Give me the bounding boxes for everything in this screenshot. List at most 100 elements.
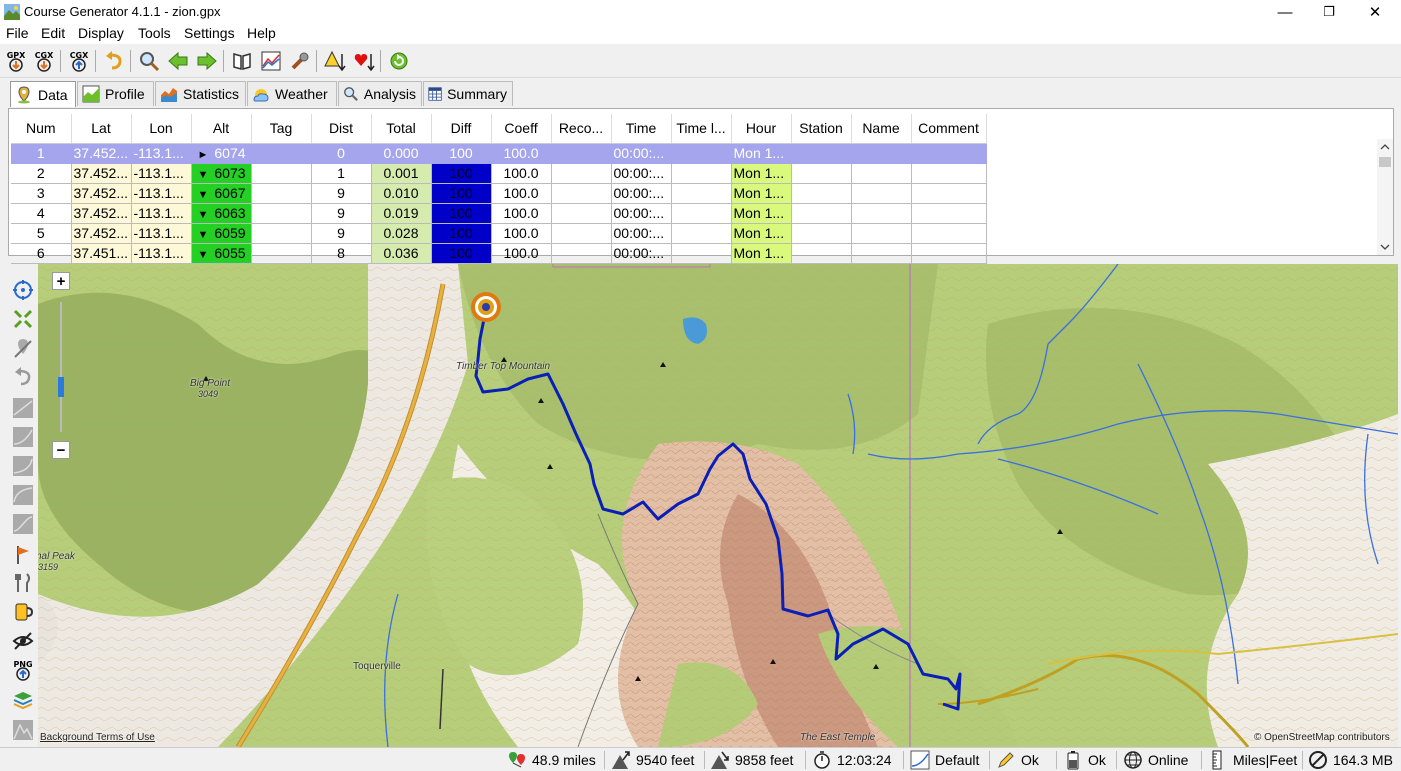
tab-data[interactable]: Data: [10, 81, 76, 107]
cell-dist[interactable]: 1: [311, 163, 372, 184]
cell-reco[interactable]: [551, 143, 612, 164]
cell-time-l[interactable]: [671, 183, 732, 204]
column-header[interactable]: Name: [851, 114, 912, 144]
flag-button[interactable]: [10, 542, 36, 568]
heart-next-button[interactable]: [351, 49, 377, 73]
cell-coeff[interactable]: 100.0: [491, 243, 552, 264]
status-curve[interactable]: Default: [910, 750, 979, 770]
cell-hour[interactable]: Mon 1...: [731, 143, 792, 164]
cell-time[interactable]: 00:00:...: [611, 243, 672, 264]
hide-marker-button[interactable]: [10, 335, 36, 361]
cell-dist[interactable]: 8: [311, 243, 372, 264]
cell-num[interactable]: 3: [11, 183, 72, 204]
cell-lat[interactable]: 37.452...: [71, 143, 132, 164]
cell-lon[interactable]: -113.1...: [131, 203, 192, 224]
cell-reco[interactable]: [551, 223, 612, 244]
tab-profile[interactable]: Profile: [77, 81, 154, 106]
cell-lat[interactable]: 37.452...: [71, 163, 132, 184]
column-header[interactable]: Comment: [911, 114, 987, 144]
map-view[interactable]: Big Point 3049 Timber Top Mountain nal P…: [38, 264, 1398, 747]
cell-comment[interactable]: [911, 243, 987, 264]
menu-display[interactable]: Display: [78, 25, 124, 41]
cell-tag[interactable]: [251, 243, 312, 264]
table-row[interactable]: 5 37.452... -113.1... ▼ 6059 9 0.028 100 100.0 00…: [11, 223, 987, 244]
cell-comment[interactable]: [911, 143, 987, 164]
close-button[interactable]: ✕: [1352, 0, 1398, 24]
cell-station[interactable]: [791, 163, 852, 184]
cell-total[interactable]: 0.028: [371, 223, 432, 244]
table-row[interactable]: 6 37.451... -113.1... ▼ 6055 8 0.036 100 100.0 00…: [11, 243, 987, 264]
scroll-down-icon[interactable]: [1380, 243, 1390, 251]
cell-station[interactable]: [791, 183, 852, 204]
cell-time-l[interactable]: [671, 203, 732, 224]
minimize-button[interactable]: —: [1262, 0, 1308, 24]
save-cgx-button[interactable]: CGX: [66, 49, 92, 73]
cell-alt[interactable]: ▼ 6073: [191, 163, 252, 184]
column-header[interactable]: Station: [791, 114, 852, 144]
cell-tag[interactable]: [251, 143, 312, 164]
cell-time-l[interactable]: [671, 243, 732, 264]
cell-name[interactable]: [851, 183, 912, 204]
cell-alt[interactable]: ▼ 6067: [191, 183, 252, 204]
cell-coeff[interactable]: 100.0: [491, 223, 552, 244]
column-header[interactable]: Coeff: [491, 114, 552, 144]
cell-tag[interactable]: [251, 203, 312, 224]
scroll-thumb[interactable]: [1379, 157, 1391, 167]
menu-help[interactable]: Help: [247, 25, 276, 41]
cell-alt[interactable]: ► 6074: [191, 143, 252, 164]
cell-diff[interactable]: 100: [431, 183, 492, 204]
cell-dist[interactable]: 9: [311, 183, 372, 204]
status-memory[interactable]: 164.3 MB: [1308, 750, 1393, 770]
undo-button[interactable]: [101, 49, 127, 73]
cell-total[interactable]: 0.000: [371, 143, 432, 164]
undo-map-button[interactable]: [10, 364, 36, 390]
mountain-profile-button[interactable]: [10, 717, 36, 743]
cell-coeff[interactable]: 100.0: [491, 203, 552, 224]
cell-lon[interactable]: -113.1...: [131, 243, 192, 264]
cell-total[interactable]: 0.010: [371, 183, 432, 204]
cell-coeff[interactable]: 100.0: [491, 163, 552, 184]
cell-reco[interactable]: [551, 203, 612, 224]
fork-knife-button[interactable]: [10, 570, 36, 596]
zoom-slider[interactable]: [60, 302, 62, 432]
cell-comment[interactable]: [911, 223, 987, 244]
cell-total[interactable]: 0.001: [371, 163, 432, 184]
cell-dist[interactable]: 9: [311, 223, 372, 244]
tab-statistics[interactable]: Statistics: [155, 81, 246, 106]
curve-5-button[interactable]: [10, 511, 36, 537]
book-button[interactable]: [229, 49, 255, 73]
cell-tag[interactable]: [251, 223, 312, 244]
curve-4-button[interactable]: [10, 482, 36, 508]
menu-tools[interactable]: Tools: [138, 25, 171, 41]
column-header[interactable]: Diff: [431, 114, 492, 144]
column-header[interactable]: Time: [611, 114, 672, 144]
cell-hour[interactable]: Mon 1...: [731, 223, 792, 244]
cell-name[interactable]: [851, 203, 912, 224]
tab-weather[interactable]: Weather: [247, 81, 337, 106]
cell-name[interactable]: [851, 243, 912, 264]
cell-tag[interactable]: [251, 183, 312, 204]
cell-time[interactable]: 00:00:...: [611, 163, 672, 184]
column-header[interactable]: Dist: [311, 114, 372, 144]
cell-num[interactable]: 2: [11, 163, 72, 184]
cell-comment[interactable]: [911, 183, 987, 204]
column-header[interactable]: Hour: [731, 114, 792, 144]
settings-wrench-button[interactable]: [287, 49, 313, 73]
cell-lon[interactable]: -113.1...: [131, 183, 192, 204]
cell-hour[interactable]: Mon 1...: [731, 183, 792, 204]
cell-total[interactable]: 0.036: [371, 243, 432, 264]
cell-lat[interactable]: 37.452...: [71, 183, 132, 204]
center-track-button[interactable]: [10, 277, 36, 303]
cell-time[interactable]: 00:00:...: [611, 143, 672, 164]
cell-total[interactable]: 0.019: [371, 203, 432, 224]
open-gpx-button[interactable]: GPX: [3, 49, 29, 73]
cell-diff[interactable]: 100: [431, 243, 492, 264]
layers-button[interactable]: [10, 688, 36, 714]
cell-num[interactable]: 1: [11, 143, 72, 164]
cell-num[interactable]: 5: [11, 223, 72, 244]
table-row[interactable]: 1 37.452... -113.1... ► 6074 0 0.000 100 100.0 00…: [11, 143, 987, 164]
background-terms-link[interactable]: Background Terms of Use: [40, 732, 155, 743]
cell-reco[interactable]: [551, 163, 612, 184]
cell-station[interactable]: [791, 243, 852, 264]
cell-name[interactable]: [851, 223, 912, 244]
